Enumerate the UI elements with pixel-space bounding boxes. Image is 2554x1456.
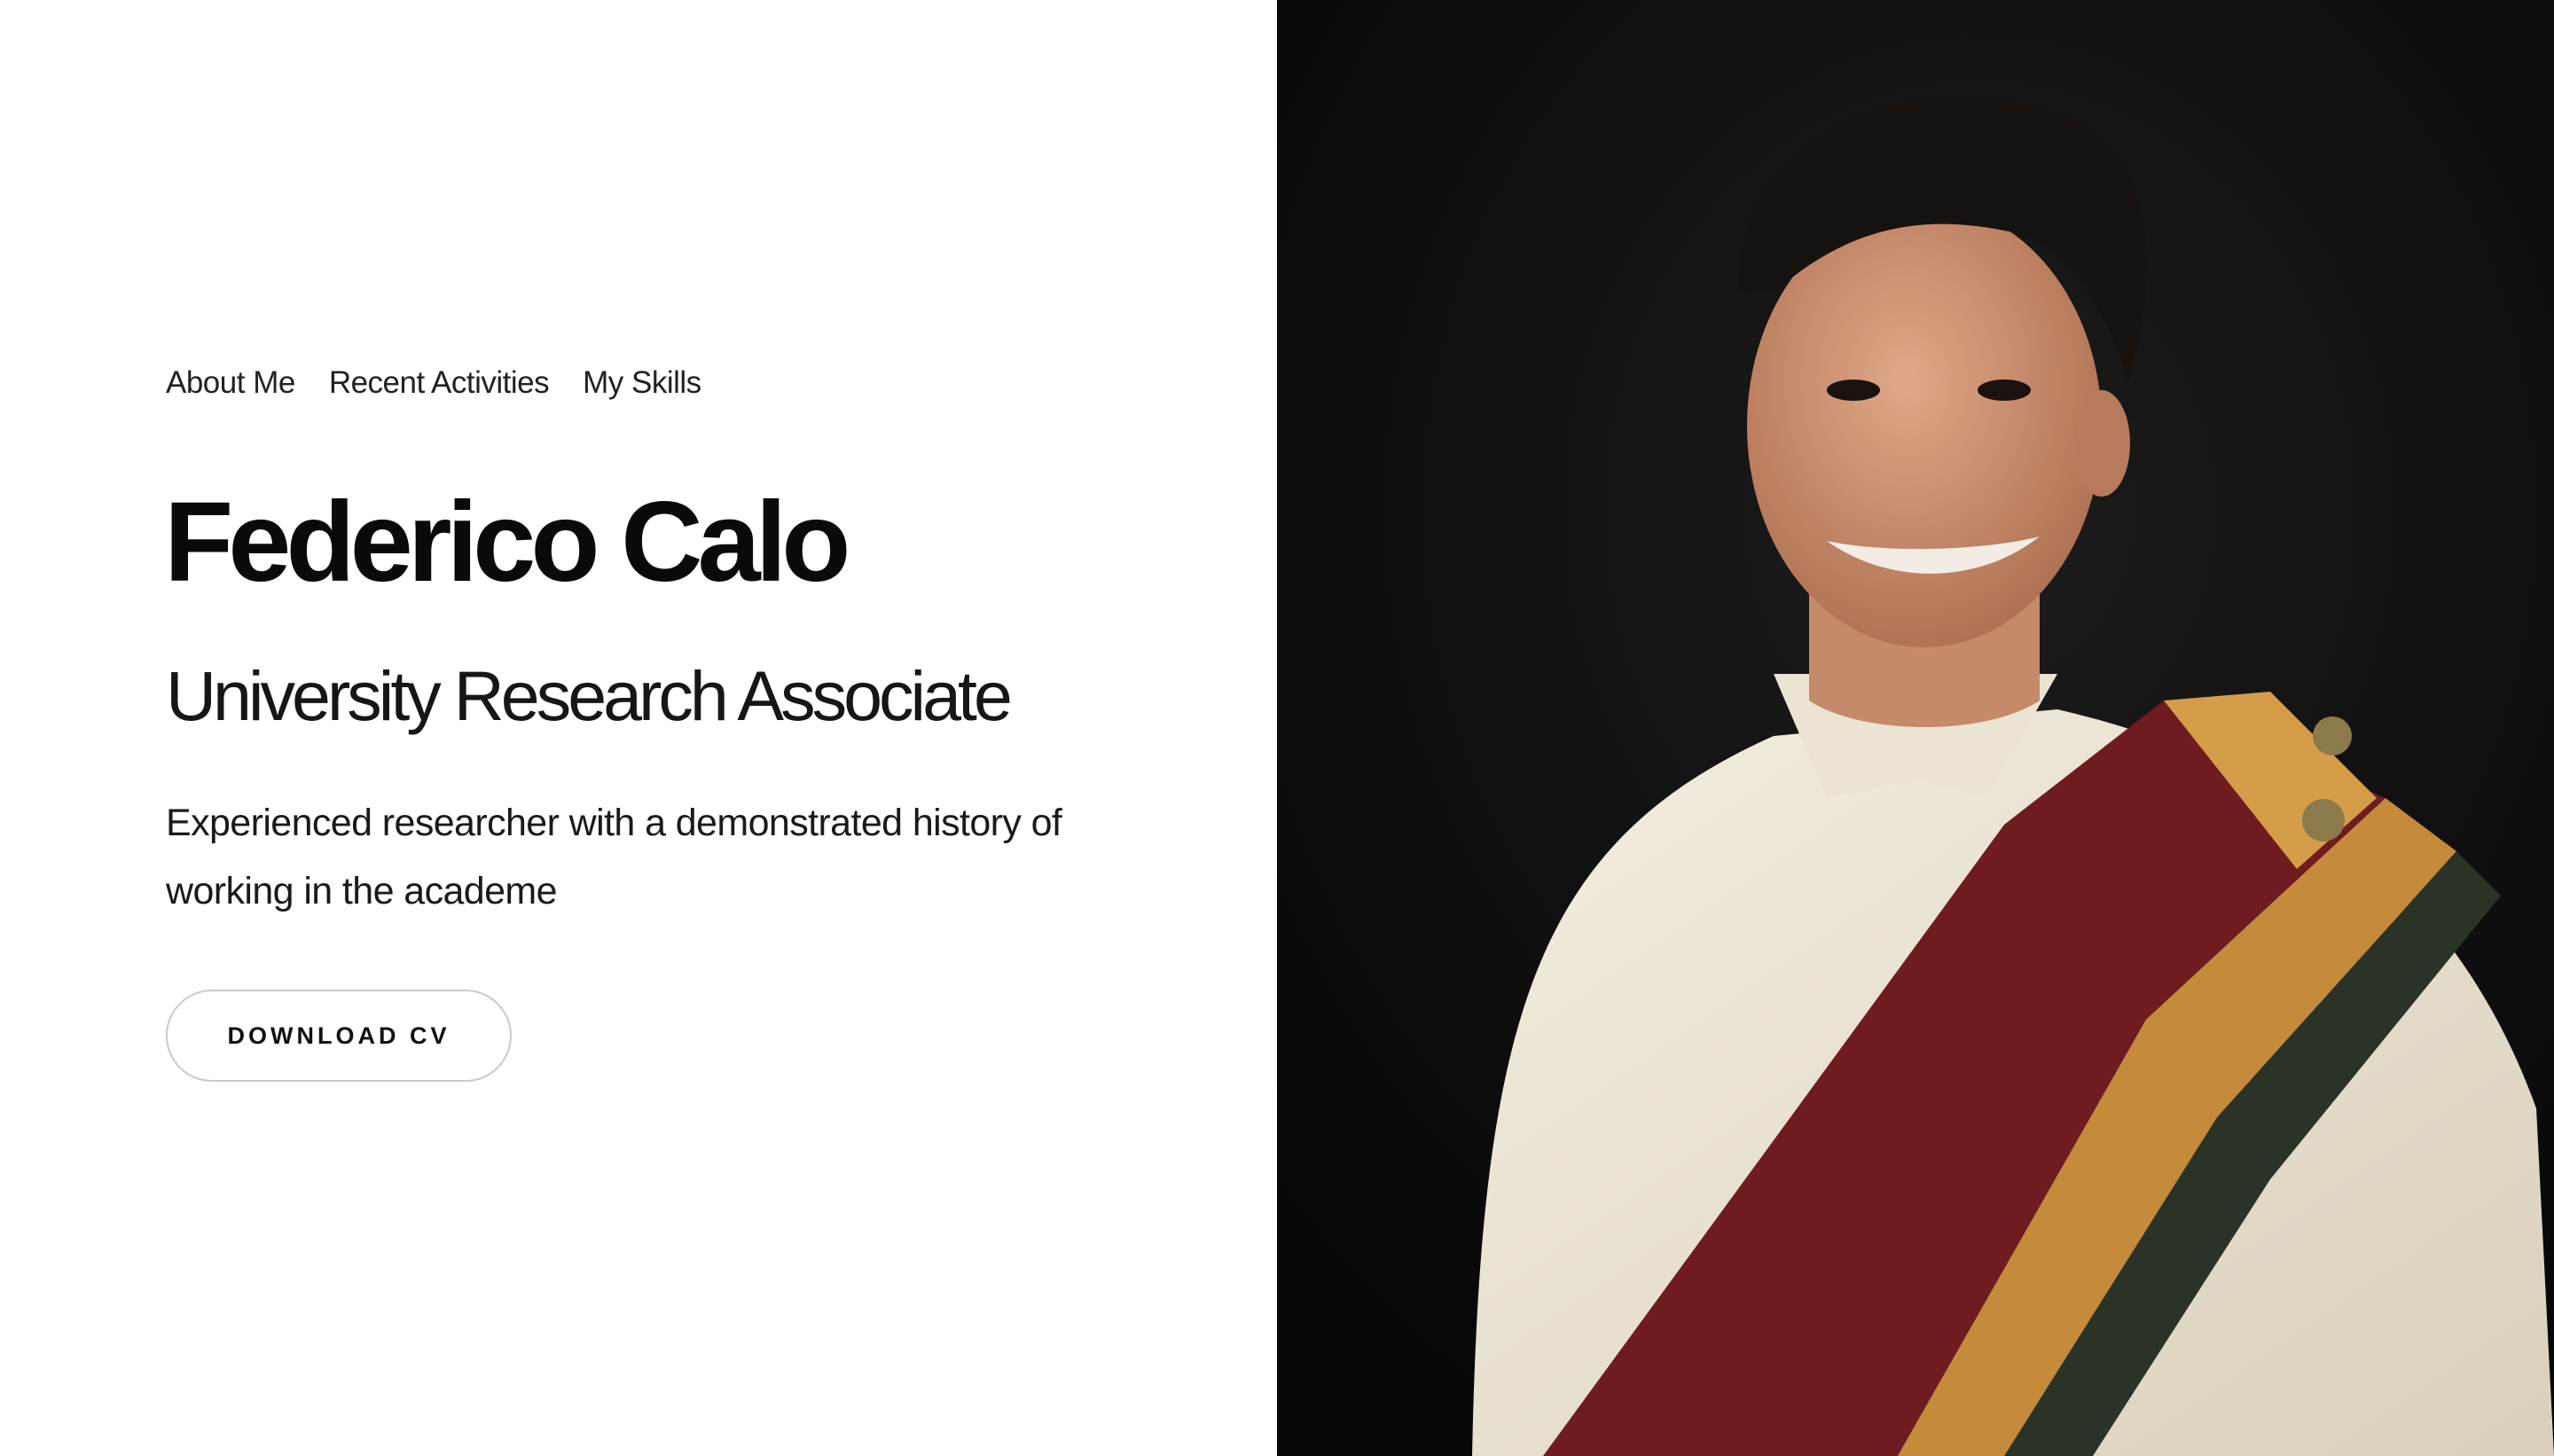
main-nav: About Me Recent Activities My Skills	[166, 365, 701, 401]
nav-about-me[interactable]: About Me	[166, 365, 295, 401]
person-name: Federico Calo	[164, 479, 850, 606]
download-cv-button[interactable]: DOWNLOAD CV	[166, 990, 512, 1082]
hero-text-panel: About Me Recent Activities My Skills Fed…	[0, 0, 1277, 1456]
nav-my-skills[interactable]: My Skills	[583, 365, 701, 401]
nav-recent-activities[interactable]: Recent Activities	[329, 365, 550, 401]
job-title: University Research Associate	[166, 656, 1013, 735]
bio-description: Experienced researcher with a demonstrat…	[166, 802, 1062, 912]
page: About Me Recent Activities My Skills Fed…	[0, 0, 2554, 1456]
portrait-photo	[1277, 0, 2554, 1456]
portrait-panel	[1277, 0, 2554, 1456]
